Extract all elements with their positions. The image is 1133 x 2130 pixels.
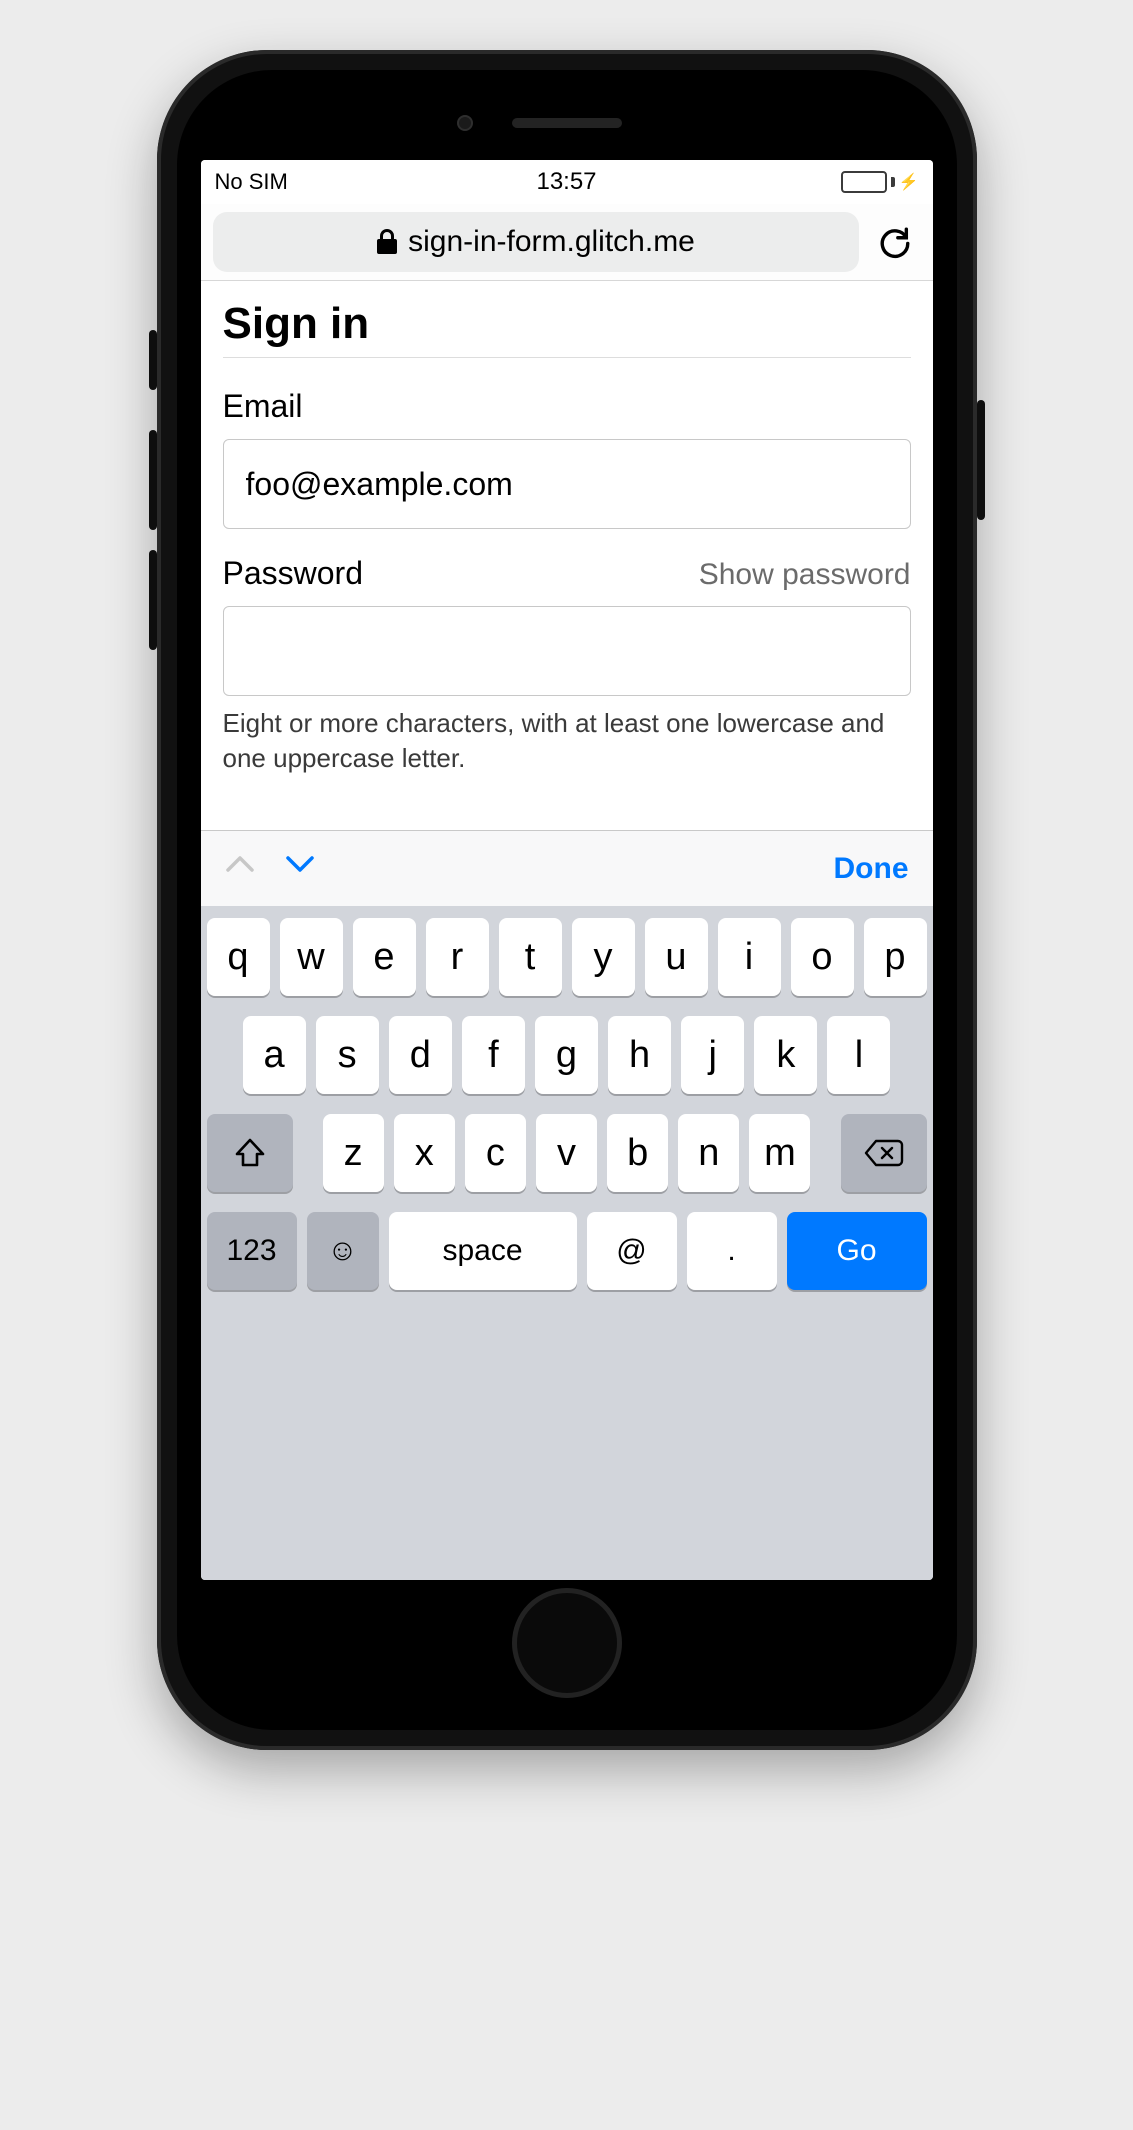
reload-button[interactable] (869, 223, 921, 261)
address-bar[interactable]: sign-in-form.glitch.me (213, 212, 859, 272)
phone-speaker (512, 118, 622, 128)
key-y[interactable]: y (572, 918, 635, 996)
show-password-toggle[interactable]: Show password (699, 558, 911, 592)
page-title: Sign in (223, 299, 911, 358)
key-s[interactable]: s (316, 1016, 379, 1094)
browser-toolbar: sign-in-form.glitch.me (201, 204, 933, 281)
url-text: sign-in-form.glitch.me (408, 225, 695, 259)
home-button[interactable] (512, 1588, 622, 1698)
password-label: Password (223, 555, 364, 592)
at-key[interactable]: @ (587, 1212, 677, 1290)
email-field-block: Email (223, 388, 911, 529)
keyboard-accessory-bar: Done (201, 830, 933, 906)
next-field-button[interactable] (285, 854, 315, 884)
key-o[interactable]: o (791, 918, 854, 996)
shift-key[interactable] (207, 1114, 293, 1192)
key-w[interactable]: w (280, 918, 343, 996)
keyboard-done-button[interactable]: Done (834, 852, 909, 886)
battery-indicator: ⚡ (841, 171, 919, 193)
screen: No SIM 13:57 ⚡ sign-in-form.glitch.me (201, 160, 933, 1580)
key-b[interactable]: b (607, 1114, 668, 1192)
emoji-key[interactable]: ☺ (307, 1212, 379, 1290)
password-field[interactable] (223, 606, 911, 696)
lock-icon (376, 229, 398, 255)
key-e[interactable]: e (353, 918, 416, 996)
charging-icon: ⚡ (899, 172, 919, 192)
carrier-label: No SIM (215, 169, 288, 195)
password-hint: Eight or more characters, with at least … (223, 706, 911, 776)
key-a[interactable]: a (243, 1016, 306, 1094)
key-m[interactable]: m (749, 1114, 810, 1192)
key-n[interactable]: n (678, 1114, 739, 1192)
email-field[interactable] (223, 439, 911, 529)
clock-label: 13:57 (536, 168, 596, 196)
volume-down-button (149, 550, 157, 650)
status-bar: No SIM 13:57 ⚡ (201, 160, 933, 204)
volume-up-button (149, 430, 157, 530)
password-field-block: Password Show password Eight or more cha… (223, 555, 911, 776)
key-l[interactable]: l (827, 1016, 890, 1094)
key-i[interactable]: i (718, 918, 781, 996)
prev-field-button (225, 854, 255, 884)
key-z[interactable]: z (323, 1114, 384, 1192)
email-label: Email (223, 388, 911, 425)
front-camera (457, 115, 473, 131)
space-key[interactable]: space (389, 1212, 577, 1290)
key-h[interactable]: h (608, 1016, 671, 1094)
key-r[interactable]: r (426, 918, 489, 996)
page-content: Sign in Email Password Show password Eig… (201, 281, 933, 820)
on-screen-keyboard: qwertyuiop asdfghjkl zxcvbnm (201, 906, 933, 1580)
key-v[interactable]: v (536, 1114, 597, 1192)
power-button (977, 400, 985, 520)
backspace-key[interactable] (841, 1114, 927, 1192)
key-t[interactable]: t (499, 918, 562, 996)
key-u[interactable]: u (645, 918, 708, 996)
key-g[interactable]: g (535, 1016, 598, 1094)
key-f[interactable]: f (462, 1016, 525, 1094)
numeric-key[interactable]: 123 (207, 1212, 297, 1290)
key-q[interactable]: q (207, 918, 270, 996)
key-x[interactable]: x (394, 1114, 455, 1192)
key-c[interactable]: c (465, 1114, 526, 1192)
emoji-icon: ☺ (327, 1234, 358, 1268)
key-p[interactable]: p (864, 918, 927, 996)
shift-icon (233, 1136, 267, 1170)
key-d[interactable]: d (389, 1016, 452, 1094)
mute-switch (149, 330, 157, 390)
phone-frame: No SIM 13:57 ⚡ sign-in-form.glitch.me (157, 50, 977, 1750)
key-j[interactable]: j (681, 1016, 744, 1094)
key-k[interactable]: k (754, 1016, 817, 1094)
backspace-icon (864, 1138, 904, 1168)
go-key[interactable]: Go (787, 1212, 927, 1290)
dot-key[interactable]: . (687, 1212, 777, 1290)
